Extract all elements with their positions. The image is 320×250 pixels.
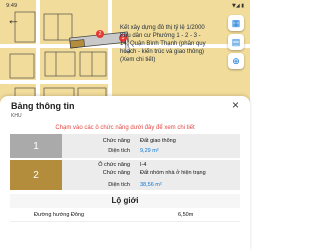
sheet-title: Bảng thông tin <box>11 101 75 111</box>
function-row-1[interactable]: 1 Chức năng Đất giao thông Diện tích 9,2… <box>10 134 240 158</box>
row-number: 1 <box>10 134 62 158</box>
status-bar: 9:49 ▼◢ ▮ <box>0 0 250 12</box>
row-value: I-4 <box>140 162 147 168</box>
row-value: 38,56 m² <box>140 182 162 188</box>
plot-marker-label: 2 <box>98 31 102 37</box>
overlay-line: Kết xây dựng đô thị tỷ lệ 1/2000 <box>120 25 205 31</box>
overlay-line: Khu dân cư Phường 1 - 2 - 3 - <box>120 33 201 39</box>
lo-gioi-heading: Lộ giới <box>10 194 240 208</box>
hint-text: Chạm vào các ô chức năng dưới đây để xem… <box>55 125 195 131</box>
row-number: 2 <box>10 160 62 190</box>
back-arrow-icon[interactable]: ← <box>7 13 20 27</box>
row-label: Chức năng <box>102 170 130 176</box>
plot-marker-2[interactable]: 2 <box>96 30 104 38</box>
road-row: Đường hướng Đông 6,50m <box>10 209 240 222</box>
info-sheet: Bảng thông tin × KHU Chạm vào các ô chức… <box>0 96 250 250</box>
row-value: Đất nhóm nhà ở hiện trạng <box>140 170 206 176</box>
row-value: 9,29 m² <box>140 148 159 154</box>
row-label: Ô chức năng <box>98 162 130 168</box>
map-view[interactable]: 2 3 9:49 ▼◢ ▮ ← ▦ ▤ ⊕ Kết xây dựng đô th… <box>0 0 250 108</box>
sheet-subtitle: KHU <box>11 113 22 119</box>
row-table: Chức năng Đất giao thông Diện tích 9,29 … <box>62 134 240 158</box>
overlay-line: 14, Quận Bình Thạnh (phân quy <box>120 41 206 47</box>
row-label: Chức năng <box>102 138 130 144</box>
overlay-line: hoạch - kiến trúc và giao thông) <box>120 49 205 55</box>
row-value: Đất giao thông <box>140 138 176 144</box>
road-name: Đường hướng Đông <box>34 212 85 218</box>
planning-info-overlay[interactable]: Kết xây dựng đô thị tỷ lệ 1/2000 Khu dân… <box>120 24 242 92</box>
road-width: 6,50m <box>178 212 194 218</box>
row-table: Ô chức năng I-4 Chức năng Đất nhóm nhà ở… <box>62 160 240 190</box>
function-row-2[interactable]: 2 Ô chức năng I-4 Chức năng Đất nhóm nhà… <box>10 160 240 190</box>
close-icon[interactable]: × <box>232 98 239 112</box>
overlay-detail-link[interactable]: (Xem chi tiết) <box>120 56 242 64</box>
row-label: Diện tích <box>108 182 130 188</box>
row-label: Diện tích <box>108 148 130 154</box>
status-icons: ▼◢ ▮ <box>231 3 244 9</box>
status-time: 9:49 <box>6 3 18 9</box>
